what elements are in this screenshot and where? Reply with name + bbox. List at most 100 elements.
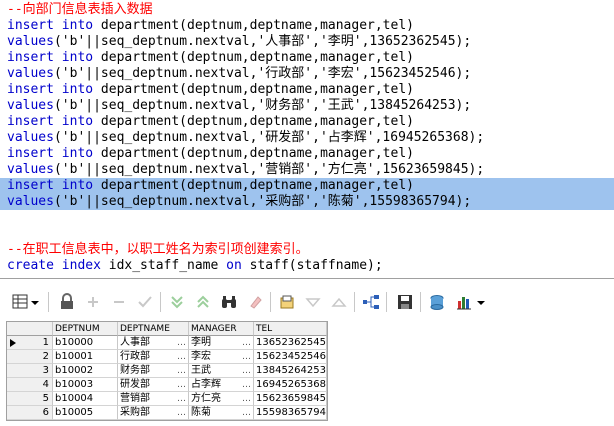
cell-deptname[interactable]: 营销部… xyxy=(118,392,189,406)
insert-line: insert into department(deptnum,deptname,… xyxy=(0,82,614,98)
toolbar-separator xyxy=(270,292,271,312)
sql-text: ('b'||seq_deptnum.nextval,'采购部','陈菊',155… xyxy=(53,194,472,209)
sql-text: ('b'||seq_deptnum.nextval,'行政部','李宏',156… xyxy=(53,66,472,81)
cell-deptname[interactable]: 财务部… xyxy=(118,364,189,378)
sql-text: department(deptnum,deptname,manager,tel) xyxy=(93,50,414,65)
cell-manager[interactable]: 占李辉… xyxy=(189,378,254,392)
cell-manager[interactable]: 陈菊… xyxy=(189,406,254,420)
sql-editor[interactable]: --向部门信息表插入数据 insert into department(dept… xyxy=(0,0,614,279)
editor-divider xyxy=(0,278,614,279)
cell-tel[interactable]: 13652362545 xyxy=(254,336,327,350)
save-icon[interactable] xyxy=(396,293,414,311)
chart-icon[interactable] xyxy=(456,293,474,311)
sql-text: ('b'||seq_deptnum.nextval,'营销部','方仁亮',15… xyxy=(53,162,485,177)
row-number: 4 xyxy=(7,378,53,392)
cell-deptnum[interactable]: b10002 xyxy=(53,364,118,378)
sql-keyword: insert into xyxy=(7,114,94,129)
toolbar-separator xyxy=(160,292,161,312)
row-number: 1 xyxy=(7,336,53,350)
column-header[interactable]: DEPTNAME xyxy=(118,322,189,336)
remove-icon[interactable] xyxy=(110,293,128,311)
column-header[interactable]: DEPTNUM xyxy=(53,322,118,336)
add-icon[interactable] xyxy=(84,293,102,311)
chevron-down-icon[interactable] xyxy=(476,293,486,311)
post-icon[interactable] xyxy=(136,293,154,311)
table-row[interactable]: 4 b10003 研发部… 占李辉… 16945265368 xyxy=(7,378,327,392)
find-icon[interactable] xyxy=(220,293,238,311)
sql-text: staff(staffname); xyxy=(241,258,383,273)
sql-text: department(deptnum,deptname,manager,tel) xyxy=(93,114,414,129)
selected-insert-line: insert into department(deptnum,deptname,… xyxy=(0,178,614,194)
filter-up-icon[interactable] xyxy=(330,293,348,311)
cell-deptnum[interactable]: b10005 xyxy=(53,406,118,420)
sql-text: department(deptnum,deptname,manager,tel) xyxy=(93,82,414,97)
toolbar-separator xyxy=(386,292,387,312)
sql-keyword: insert into xyxy=(7,178,94,193)
chevron-down-icon[interactable] xyxy=(30,293,40,311)
cell-manager[interactable]: 方仁亮… xyxy=(189,392,254,406)
cell-tel[interactable]: 15623452546 xyxy=(254,350,327,364)
sql-keyword: values xyxy=(7,66,54,81)
table-row[interactable]: 5 b10004 营销部… 方仁亮… 15623659845 xyxy=(7,392,327,406)
toolbar-separator xyxy=(48,292,49,312)
lock-icon[interactable] xyxy=(58,293,76,311)
sql-text: ('b'||seq_deptnum.nextval,'人事部','李明',136… xyxy=(53,34,472,49)
sql-text: department(deptnum,deptname,manager,tel) xyxy=(93,178,414,193)
cell-tel[interactable]: 13845264253 xyxy=(254,364,327,378)
cell-deptname[interactable]: 人事部… xyxy=(118,336,189,350)
sql-keyword: values xyxy=(7,34,54,49)
sql-text: department(deptnum,deptname,manager,tel) xyxy=(93,18,414,33)
cell-tel[interactable]: 15623659845 xyxy=(254,392,327,406)
sql-keyword: on xyxy=(226,258,242,273)
cell-tel[interactable]: 16945265368 xyxy=(254,378,327,392)
move-down-icon[interactable] xyxy=(168,293,186,311)
sql-keyword: insert into xyxy=(7,50,94,65)
row-number: 6 xyxy=(7,406,53,420)
column-header[interactable]: TEL xyxy=(254,322,327,336)
grid-view-icon[interactable] xyxy=(12,293,30,311)
table-row[interactable]: 3 b10002 财务部… 王武… 13845264253 xyxy=(7,364,327,378)
result-grid: DEPTNUM DEPTNAME MANAGER TEL 1 b10000 人事… xyxy=(6,321,328,421)
sql-keyword: insert into xyxy=(7,146,94,161)
sql-keyword: insert into xyxy=(7,82,94,97)
cell-deptname[interactable]: 采购部… xyxy=(118,406,189,420)
cell-deptnum[interactable]: b10004 xyxy=(53,392,118,406)
row-indicator-header xyxy=(7,322,53,336)
toolbar-separator xyxy=(354,292,355,312)
cell-deptname[interactable]: 研发部… xyxy=(118,378,189,392)
table-row[interactable]: 2 b10001 行政部… 李宏… 15623452546 xyxy=(7,350,327,364)
values-line: values('b'||seq_deptnum.nextval,'研发部','占… xyxy=(0,130,614,146)
sql-text: idx_staff_name xyxy=(100,258,227,273)
sql-keyword: values xyxy=(7,98,54,113)
grid-header-row: DEPTNUM DEPTNAME MANAGER TEL xyxy=(7,322,327,336)
export-icon[interactable] xyxy=(278,293,296,311)
current-row-arrow-icon xyxy=(10,339,16,347)
values-line: values('b'||seq_deptnum.nextval,'人事部','李… xyxy=(0,34,614,50)
cell-deptnum[interactable]: b10001 xyxy=(53,350,118,364)
cell-tel[interactable]: 15598365794 xyxy=(254,406,327,420)
structure-icon[interactable] xyxy=(362,293,380,311)
sql-text: ('b'||seq_deptnum.nextval,'研发部','占李辉',16… xyxy=(53,130,485,145)
cell-manager[interactable]: 李明… xyxy=(189,336,254,350)
clear-icon[interactable] xyxy=(246,293,264,311)
insert-line: insert into department(deptnum,deptname,… xyxy=(0,114,614,130)
sql-keyword: values xyxy=(7,130,54,145)
sql-text: ('b'||seq_deptnum.nextval,'财务部','王武',138… xyxy=(53,98,472,113)
table-row[interactable]: 1 b10000 人事部… 李明… 13652362545 xyxy=(7,336,327,350)
cell-manager[interactable]: 王武… xyxy=(189,364,254,378)
cell-manager[interactable]: 李宏… xyxy=(189,350,254,364)
row-number: 5 xyxy=(7,392,53,406)
move-up-icon[interactable] xyxy=(194,293,212,311)
filter-down-icon[interactable] xyxy=(304,293,322,311)
sql-text: department(deptnum,deptname,manager,tel) xyxy=(93,146,414,161)
comment-line: --向部门信息表插入数据 xyxy=(7,2,153,17)
cell-deptnum[interactable]: b10000 xyxy=(53,336,118,350)
query-icon[interactable] xyxy=(428,293,446,311)
row-number: 3 xyxy=(7,364,53,378)
sql-keyword: values xyxy=(7,162,54,177)
column-header[interactable]: MANAGER xyxy=(189,322,254,336)
cell-deptnum[interactable]: b10003 xyxy=(53,378,118,392)
row-number: 2 xyxy=(7,350,53,364)
table-row[interactable]: 6 b10005 采购部… 陈菊… 15598365794 xyxy=(7,406,327,420)
cell-deptname[interactable]: 行政部… xyxy=(118,350,189,364)
